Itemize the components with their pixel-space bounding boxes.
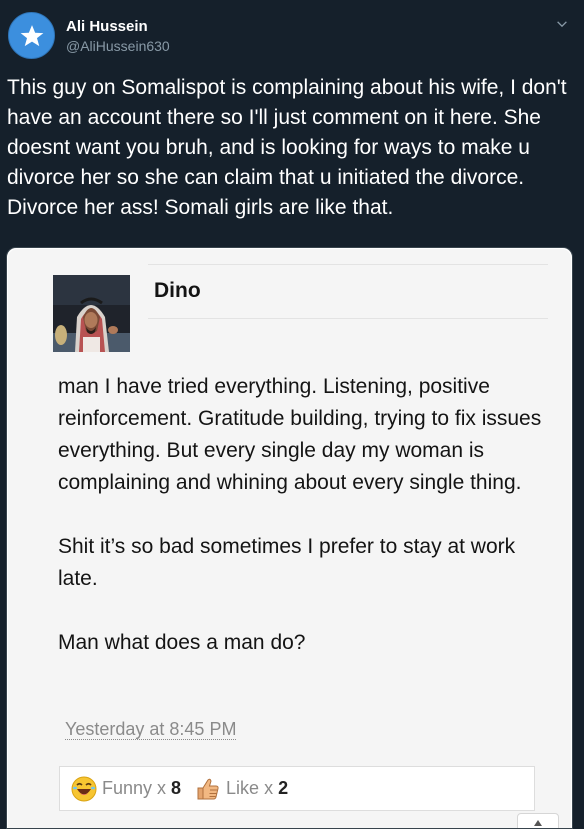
star-icon bbox=[20, 24, 43, 46]
post-paragraph: Shit it’s so bad sometimes I prefer to s… bbox=[58, 535, 516, 590]
reaction-funny: Funny x 8 bbox=[71, 776, 181, 802]
post-paragraph: Man what does a man do? bbox=[58, 631, 306, 654]
reaction-count: 8 bbox=[171, 778, 182, 798]
reaction-label: Funny x bbox=[102, 778, 167, 798]
display-name[interactable]: Ali Hussein bbox=[66, 18, 148, 35]
post-avatar bbox=[53, 275, 130, 352]
thumbs-up-icon bbox=[195, 776, 221, 802]
post-body: man I have tried everything. Listening, … bbox=[58, 371, 558, 659]
tweet-menu-button[interactable] bbox=[554, 16, 570, 32]
tweet-header: Ali Hussein @AliHussein630 bbox=[8, 12, 576, 64]
reaction-like: Like x 2 bbox=[195, 776, 288, 802]
post-timestamp: Yesterday at 8:45 PM bbox=[65, 719, 237, 740]
reaction-count: 2 bbox=[278, 778, 289, 798]
avatar[interactable] bbox=[8, 12, 55, 59]
arrow-up-icon bbox=[534, 820, 542, 826]
divider bbox=[148, 318, 548, 319]
chevron-down-icon bbox=[557, 21, 567, 28]
tweet: Ali Hussein @AliHussein630 This guy on S… bbox=[0, 0, 584, 829]
scroll-top-button[interactable] bbox=[517, 813, 559, 828]
reaction-label: Like x bbox=[226, 778, 274, 798]
post-username: Dino bbox=[154, 279, 201, 302]
user-handle[interactable]: @AliHussein630 bbox=[66, 38, 170, 54]
laughing-emoji-icon bbox=[71, 776, 97, 802]
divider bbox=[148, 264, 548, 265]
tweet-text: This guy on Somalispot is complaining ab… bbox=[7, 76, 567, 219]
post-paragraph: man I have tried everything. Listening, … bbox=[58, 375, 542, 494]
forum-post: Dino man I have tried everything. Listen… bbox=[8, 249, 571, 828]
attached-image[interactable]: Dino man I have tried everything. Listen… bbox=[6, 247, 573, 829]
reactions-bar: Funny x 8 Like x 2 bbox=[59, 766, 535, 811]
